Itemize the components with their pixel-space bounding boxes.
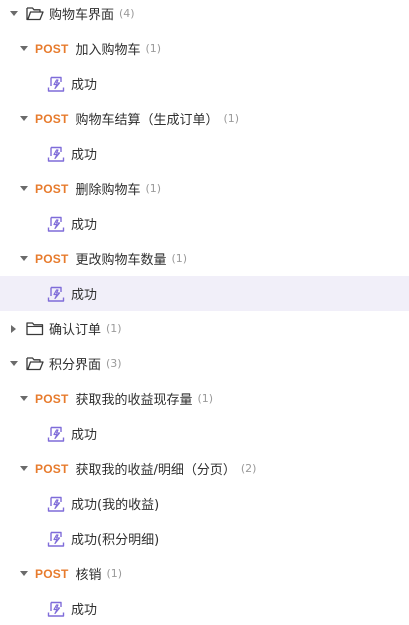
api-row[interactable]: POST 购物车结算（生成订单） (1): [0, 101, 409, 136]
api-row[interactable]: POST 删除购物车 (1): [0, 171, 409, 206]
folder-row[interactable]: 确认订单 (1): [0, 311, 409, 346]
test-case-icon: [47, 285, 65, 303]
case-row[interactable]: 成功: [0, 591, 409, 625]
case-row[interactable]: 成功(我的收益): [0, 486, 409, 521]
http-method-badge: POST: [35, 566, 69, 581]
case-count: (1): [223, 112, 240, 125]
api-row[interactable]: POST 加入购物车 (1): [0, 31, 409, 66]
case-row[interactable]: 成功: [0, 416, 409, 451]
case-row[interactable]: 成功: [0, 206, 409, 241]
case-label: 成功: [71, 603, 98, 618]
case-row[interactable]: 成功(积分明细): [0, 521, 409, 556]
case-label: 成功(我的收益): [71, 498, 160, 513]
test-case-icon: [47, 495, 65, 513]
http-method-badge: POST: [35, 391, 69, 406]
api-row[interactable]: POST 获取我的收益现存量 (1): [0, 381, 409, 416]
case-label: 成功: [71, 218, 98, 233]
test-case-icon: [47, 425, 65, 443]
case-count: (2): [240, 462, 257, 475]
item-count: (3): [106, 357, 122, 370]
folder-icon: [26, 321, 44, 337]
folder-open-icon: [26, 356, 44, 372]
api-label: 核销: [75, 568, 102, 583]
http-method-badge: POST: [35, 461, 69, 476]
case-count: (1): [197, 392, 214, 405]
api-row[interactable]: POST 获取我的收益/明细（分页） (2): [0, 451, 409, 486]
folder-row[interactable]: 积分界面 (3): [0, 346, 409, 381]
api-label: 获取我的收益现存量: [75, 393, 193, 408]
api-label: 获取我的收益/明细（分页）: [75, 463, 236, 478]
test-case-icon: [47, 530, 65, 548]
test-case-icon: [47, 215, 65, 233]
item-count: (1): [106, 322, 122, 335]
case-count: (1): [106, 567, 123, 580]
api-label: 加入购物车: [75, 43, 141, 58]
test-case-icon: [47, 145, 65, 163]
api-row[interactable]: POST 更改购物车数量 (1): [0, 241, 409, 276]
caret-down-icon[interactable]: [19, 569, 29, 579]
caret-down-icon[interactable]: [19, 114, 29, 124]
case-label: 成功: [71, 78, 98, 93]
api-label: 更改购物车数量: [75, 253, 167, 268]
caret-down-icon[interactable]: [19, 44, 29, 54]
case-label: 成功: [71, 428, 98, 443]
case-count: (1): [171, 252, 188, 265]
case-label: 成功: [71, 148, 98, 163]
caret-down-icon[interactable]: [9, 359, 19, 369]
folder-label: 购物车界面: [49, 8, 115, 23]
http-method-badge: POST: [35, 41, 69, 56]
http-method-badge: POST: [35, 181, 69, 196]
folder-open-icon: [26, 6, 44, 22]
api-row[interactable]: POST 核销 (1): [0, 556, 409, 591]
caret-down-icon[interactable]: [9, 9, 19, 19]
case-count: (1): [145, 42, 162, 55]
http-method-badge: POST: [35, 111, 69, 126]
caret-right-icon[interactable]: [9, 324, 19, 334]
item-count: (4): [119, 7, 135, 20]
api-label: 购物车结算（生成订单）: [75, 113, 219, 128]
case-row[interactable]: 成功: [0, 136, 409, 171]
test-case-icon: [47, 600, 65, 618]
case-row-selected[interactable]: 成功: [0, 276, 409, 311]
folder-row[interactable]: 购物车界面 (4): [0, 0, 409, 31]
folder-label: 积分界面: [49, 358, 102, 373]
http-method-badge: POST: [35, 251, 69, 266]
folder-label: 确认订单: [49, 323, 102, 338]
case-label: 成功(积分明细): [71, 533, 160, 548]
case-row[interactable]: 成功: [0, 66, 409, 101]
test-case-icon: [47, 75, 65, 93]
api-label: 删除购物车: [75, 183, 141, 198]
case-count: (1): [145, 182, 162, 195]
caret-down-icon[interactable]: [19, 394, 29, 404]
caret-down-icon[interactable]: [19, 464, 29, 474]
api-tree: 购物车界面 (4) POST 加入购物车 (1) 成功 POST 购物车结算（生成订单） (1)…: [0, 0, 409, 625]
caret-down-icon[interactable]: [19, 184, 29, 194]
case-label: 成功: [71, 288, 98, 303]
caret-down-icon[interactable]: [19, 254, 29, 264]
